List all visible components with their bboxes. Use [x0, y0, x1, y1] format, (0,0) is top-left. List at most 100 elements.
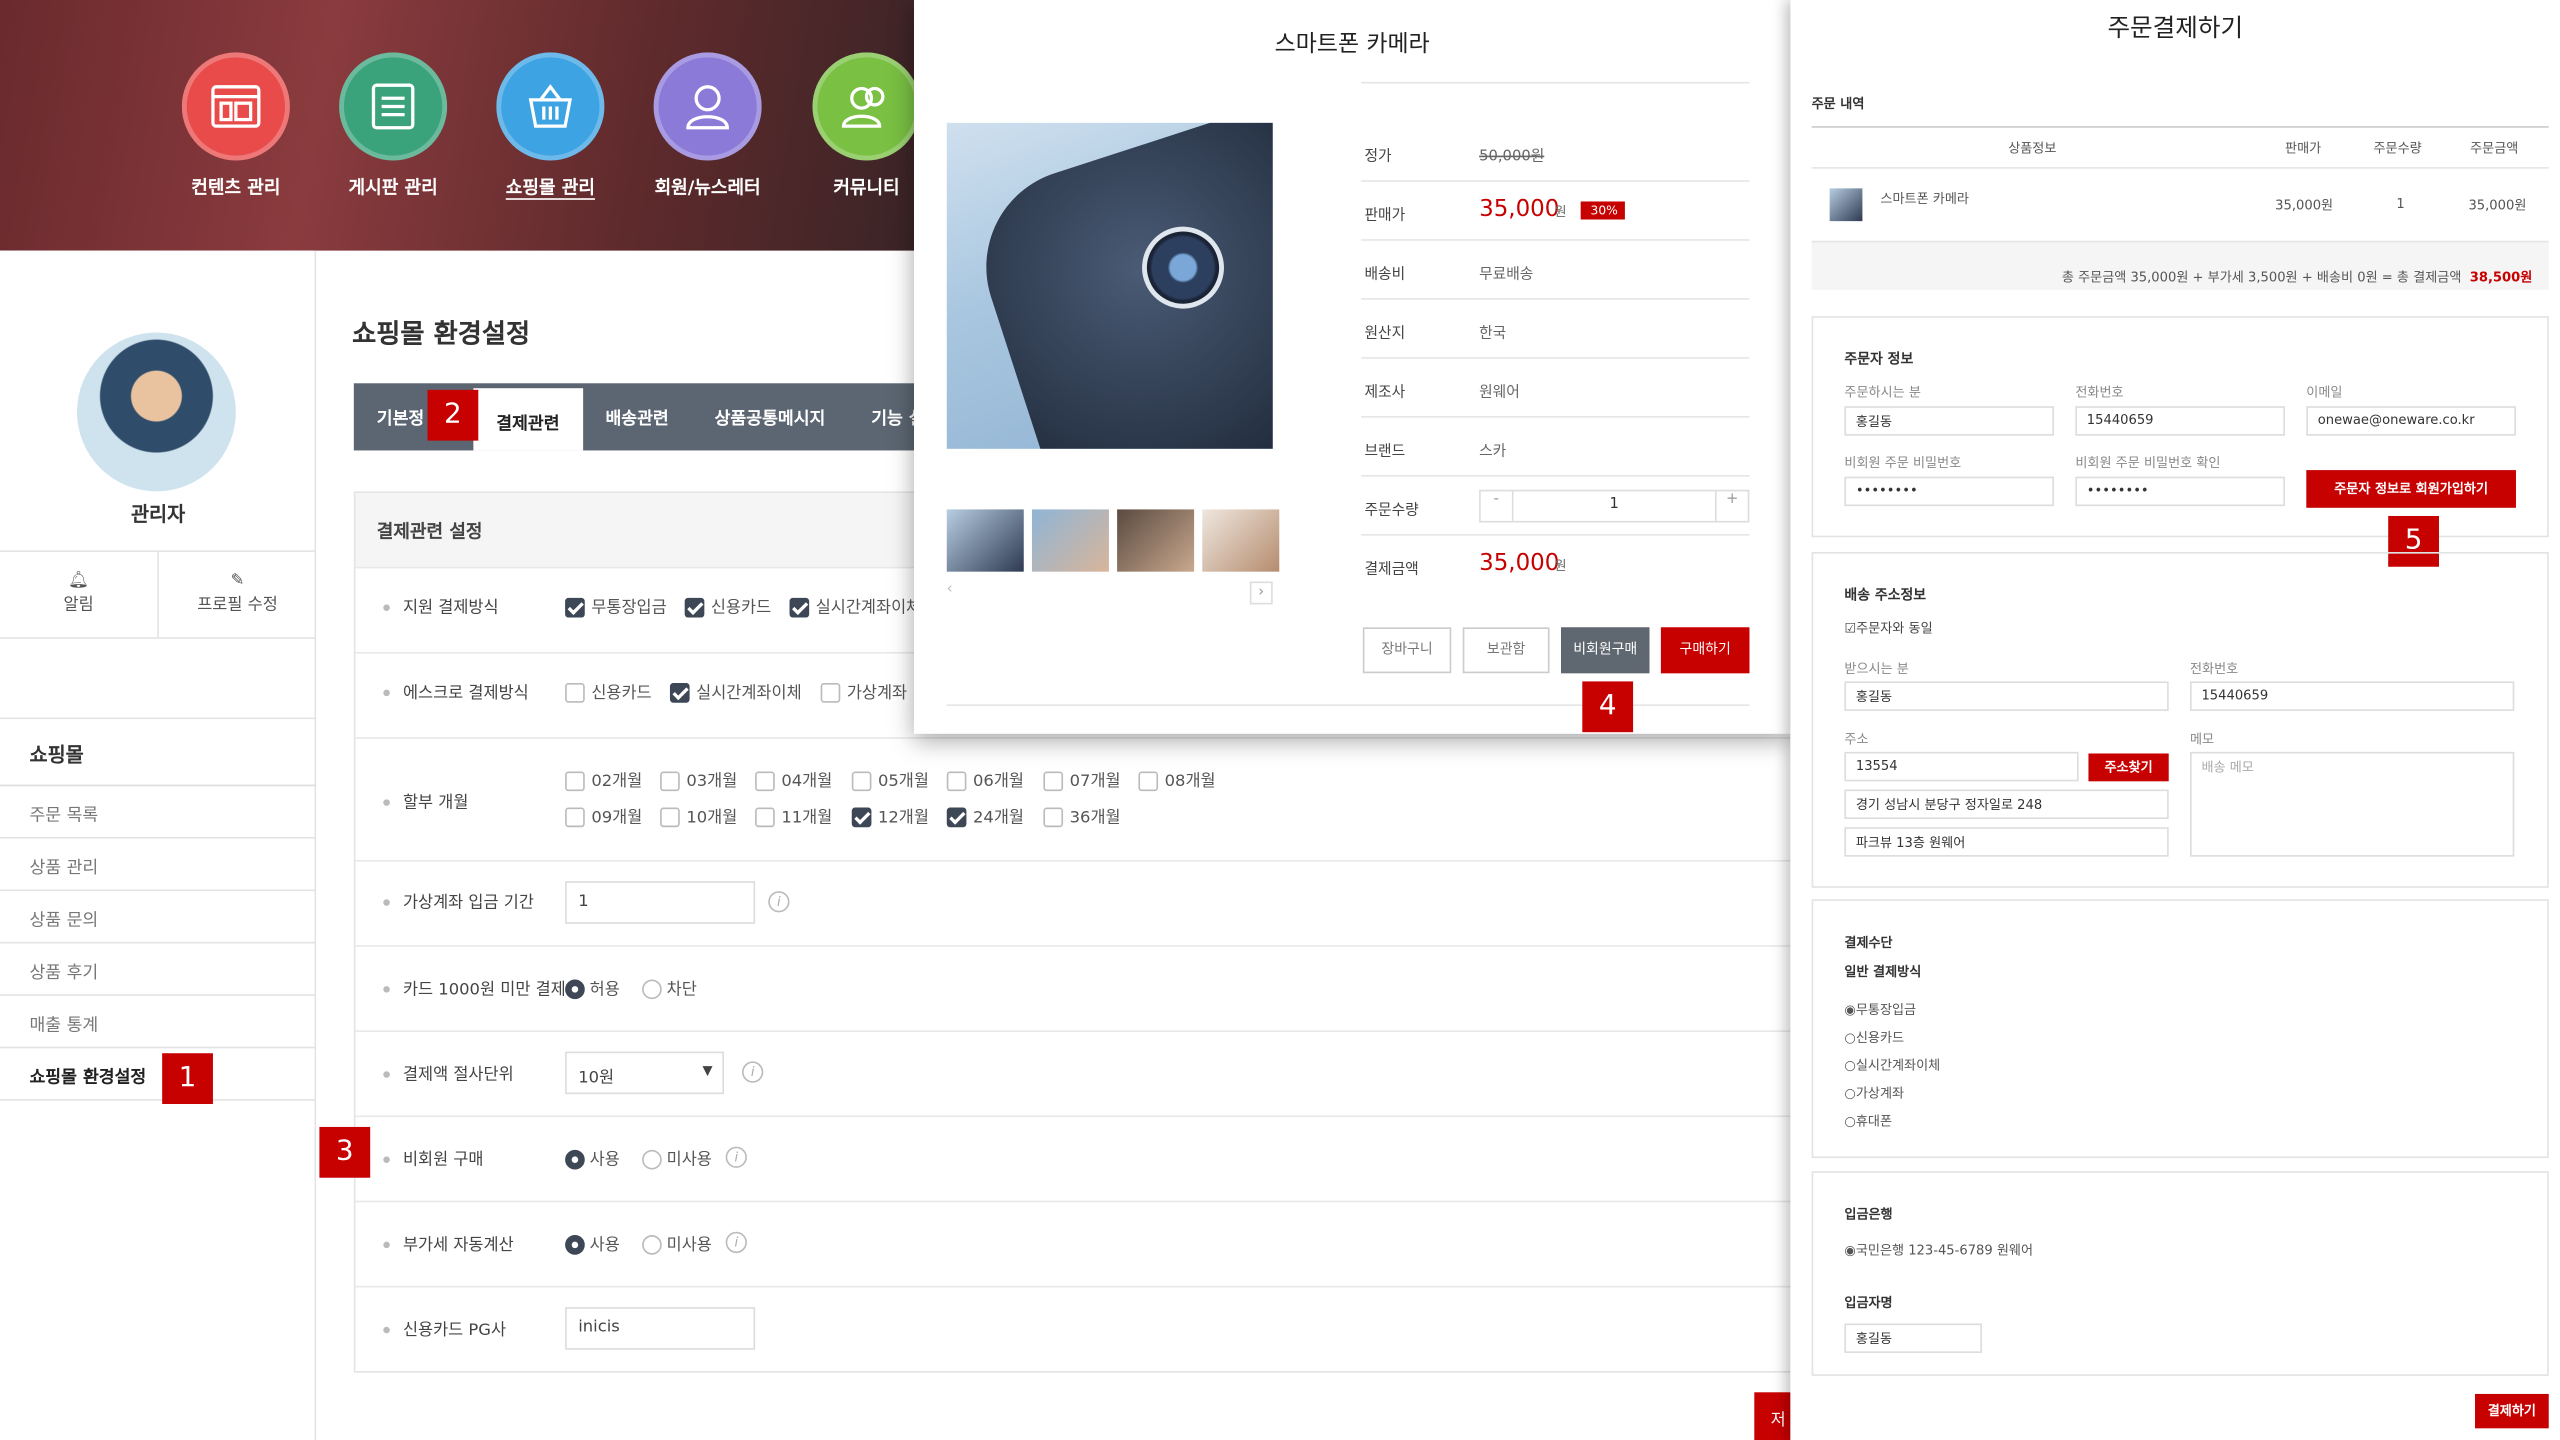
- receiver-input[interactable]: 홍길동: [1844, 681, 2169, 711]
- orderer-name-input[interactable]: 홍길동: [1844, 406, 2055, 436]
- price-row: 판매가 35,000 원 30%: [1361, 182, 1750, 241]
- nav-label: 게시판 관리: [348, 176, 438, 199]
- pg-input[interactable]: inicis: [565, 1307, 756, 1350]
- next-arrow-icon[interactable]: ›: [1249, 581, 1273, 605]
- address1-input[interactable]: 경기 성남시 분당구 정자일로 248: [1844, 789, 2169, 819]
- month-36[interactable]: 36개월: [1043, 803, 1121, 828]
- month-03[interactable]: 03개월: [660, 767, 737, 792]
- tab-shipping[interactable]: 배송관련: [583, 383, 692, 450]
- col-header: 상품정보: [2008, 140, 2057, 156]
- nav-label: 컨텐츠 관리: [191, 176, 281, 199]
- option-label: 실시간계좌이체: [815, 599, 922, 618]
- escrow-transfer[interactable]: 실시간계좌이체: [669, 678, 802, 703]
- thumbnail[interactable]: [946, 509, 1024, 572]
- cart-button[interactable]: 장바구니: [1362, 627, 1452, 674]
- month-06[interactable]: 06개월: [946, 767, 1024, 792]
- vbank-period-input[interactable]: 1: [565, 881, 756, 924]
- check-card[interactable]: 신용카드: [684, 593, 771, 618]
- check-transfer[interactable]: 실시간계좌이체: [789, 593, 922, 618]
- orderer-email-input[interactable]: onewae@oneware.co.kr: [2306, 406, 2516, 436]
- bank-account-radio[interactable]: ◉국민은행 123-45-6789 원웨어: [1844, 1242, 2033, 1260]
- item-amount: 35,000원: [2468, 198, 2527, 213]
- pay-bank-radio[interactable]: ◉무통장입금: [1844, 1001, 1916, 1019]
- option-label: 07개월: [1069, 773, 1121, 792]
- info-icon[interactable]: i: [768, 891, 790, 913]
- vat-use[interactable]: 사용: [565, 1230, 620, 1255]
- sidebar-item-reviews[interactable]: 상품 후기: [0, 943, 317, 996]
- row-pg: 신용카드 PG사 inicis: [355, 1285, 1794, 1371]
- pay-phone-radio[interactable]: ○휴대폰: [1844, 1112, 1892, 1130]
- nav-community[interactable]: 커뮤니티: [812, 52, 921, 199]
- depositor-input[interactable]: 홍길동: [1844, 1323, 1982, 1353]
- guest-password-input[interactable]: ••••••••: [1844, 476, 2055, 507]
- submit-payment-button[interactable]: 결제하기: [2475, 1393, 2549, 1429]
- nav-member[interactable]: 회원/뉴스레터: [653, 52, 762, 199]
- plus-button[interactable]: +: [1714, 491, 1748, 521]
- month-05[interactable]: 05개월: [851, 767, 929, 792]
- escrow-card[interactable]: 신용카드: [565, 678, 652, 703]
- thumbnail[interactable]: [1031, 509, 1109, 572]
- orderer-phone-input[interactable]: 15440659: [2075, 406, 2286, 436]
- item-name: 스마트폰 카메라: [1880, 191, 1969, 207]
- thumbnail[interactable]: [1202, 509, 1280, 572]
- guest-buy-button[interactable]: 비회원구매: [1561, 627, 1650, 674]
- month-09[interactable]: 09개월: [565, 803, 642, 828]
- info-icon[interactable]: i: [742, 1061, 764, 1083]
- pay-transfer-radio[interactable]: ○실시간계좌이체: [1844, 1057, 1940, 1075]
- pay-card-radio[interactable]: ○신용카드: [1844, 1029, 1904, 1047]
- month-08[interactable]: 08개월: [1138, 767, 1216, 792]
- address2-input[interactable]: 파크뷰 13층 원웨어: [1844, 827, 2169, 857]
- thumbnail[interactable]: [1117, 509, 1195, 572]
- escrow-vbank[interactable]: 가상계좌: [820, 678, 907, 703]
- month-07[interactable]: 07개월: [1043, 767, 1121, 792]
- sidebar-item-orders[interactable]: 주문 목록: [0, 786, 317, 839]
- radio-block[interactable]: 차단: [642, 975, 697, 1000]
- guest-use[interactable]: 사용: [565, 1145, 620, 1170]
- field-label: 주소: [1844, 732, 1869, 747]
- buy-button[interactable]: 구매하기: [1660, 627, 1750, 674]
- guest-nouse[interactable]: 미사용: [642, 1145, 712, 1170]
- sidebar-item-products[interactable]: 상품 관리: [0, 839, 317, 892]
- minus-button[interactable]: -: [1481, 491, 1514, 521]
- sidebar-item-inquiries[interactable]: 상품 문의: [0, 891, 317, 944]
- orderer-section: 주문자 정보 주문하시는 분 홍길동 전화번호 15440659 이메일 one…: [1811, 316, 2549, 538]
- month-02[interactable]: 02개월: [565, 767, 642, 792]
- quantity-stepper[interactable]: - 1 +: [1479, 489, 1750, 523]
- info-icon[interactable]: i: [725, 1231, 747, 1254]
- tab-common-message[interactable]: 상품공통메시지: [692, 383, 849, 450]
- tab-payment[interactable]: 결제관련: [473, 388, 583, 451]
- zipcode-input[interactable]: 13554: [1844, 751, 2079, 782]
- nav-shop[interactable]: 쇼핑몰 관리: [496, 52, 605, 199]
- find-address-button[interactable]: 주소찾기: [2088, 753, 2169, 782]
- month-10[interactable]: 10개월: [660, 803, 737, 828]
- row-label: 에스크로 결제방식: [383, 678, 529, 703]
- join-member-button[interactable]: 주문자 정보로 회원가입하기: [2306, 470, 2516, 508]
- alarm-button[interactable]: 🔔︎ 알림: [0, 552, 157, 637]
- sidebar-item-sales[interactable]: 매출 통계: [0, 996, 317, 1049]
- sidebar-actions: 🔔︎ 알림 ✎ 프로필 수정: [0, 550, 317, 639]
- receiver-phone-input[interactable]: 15440659: [2190, 681, 2515, 711]
- section-title: 입금은행: [1844, 1207, 1893, 1222]
- wish-button[interactable]: 보관함: [1462, 627, 1550, 674]
- quantity-value[interactable]: 1: [1514, 496, 1715, 512]
- profile-edit-button[interactable]: ✎ 프로필 수정: [157, 552, 316, 638]
- prev-arrow-icon[interactable]: ‹: [947, 581, 953, 597]
- same-as-orderer-checkbox[interactable]: ☑주문자와 동일: [1844, 619, 1932, 637]
- info-icon[interactable]: i: [725, 1146, 747, 1168]
- month-24[interactable]: 24개월: [946, 803, 1024, 828]
- month-04[interactable]: 04개월: [755, 767, 832, 792]
- radio-allow[interactable]: 허용: [565, 975, 620, 1000]
- guest-password-confirm-input[interactable]: ••••••••: [2075, 476, 2286, 507]
- rounding-select[interactable]: 10원 ▼: [565, 1051, 724, 1095]
- nav-board[interactable]: 게시판 관리: [339, 52, 448, 199]
- vat-nouse[interactable]: 미사용: [642, 1230, 712, 1255]
- sidebar-item-shop-settings[interactable]: 쇼핑몰 환경설정: [0, 1048, 317, 1101]
- memo-textarea[interactable]: 배송 메모: [2190, 751, 2515, 857]
- month-12[interactable]: 12개월: [851, 803, 929, 828]
- option-label: 08개월: [1164, 773, 1216, 792]
- pay-vbank-radio[interactable]: ○가상계좌: [1844, 1084, 1904, 1102]
- screen: 컨텐츠 관리 게시판 관리 쇼핑몰 관리 회원/뉴스레터 커뮤니티 관리자 🔔︎…: [0, 0, 2560, 1440]
- month-11[interactable]: 11개월: [755, 803, 832, 828]
- nav-content[interactable]: 컨텐츠 관리: [181, 52, 290, 199]
- check-bank[interactable]: 무통장입금: [565, 593, 667, 618]
